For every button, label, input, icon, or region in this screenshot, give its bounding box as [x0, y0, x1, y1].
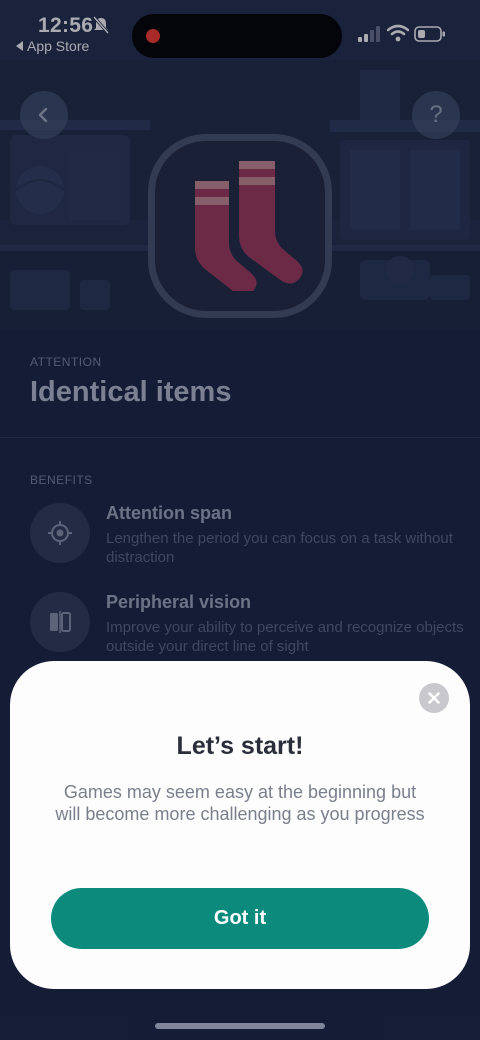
- modal-title: Let’s start!: [176, 732, 304, 760]
- close-icon: [428, 692, 440, 704]
- got-it-button[interactable]: Got it: [51, 888, 429, 949]
- lets-start-modal: Let’s start! Games may seem easy at the …: [10, 661, 470, 989]
- modal-body: Games may seem easy at the beginning but…: [55, 782, 425, 824]
- game-intro-screen: ? 12:56 App Store ATTENTION Identical it…: [0, 0, 480, 1040]
- close-button[interactable]: [419, 683, 449, 713]
- home-indicator[interactable]: [155, 1023, 325, 1029]
